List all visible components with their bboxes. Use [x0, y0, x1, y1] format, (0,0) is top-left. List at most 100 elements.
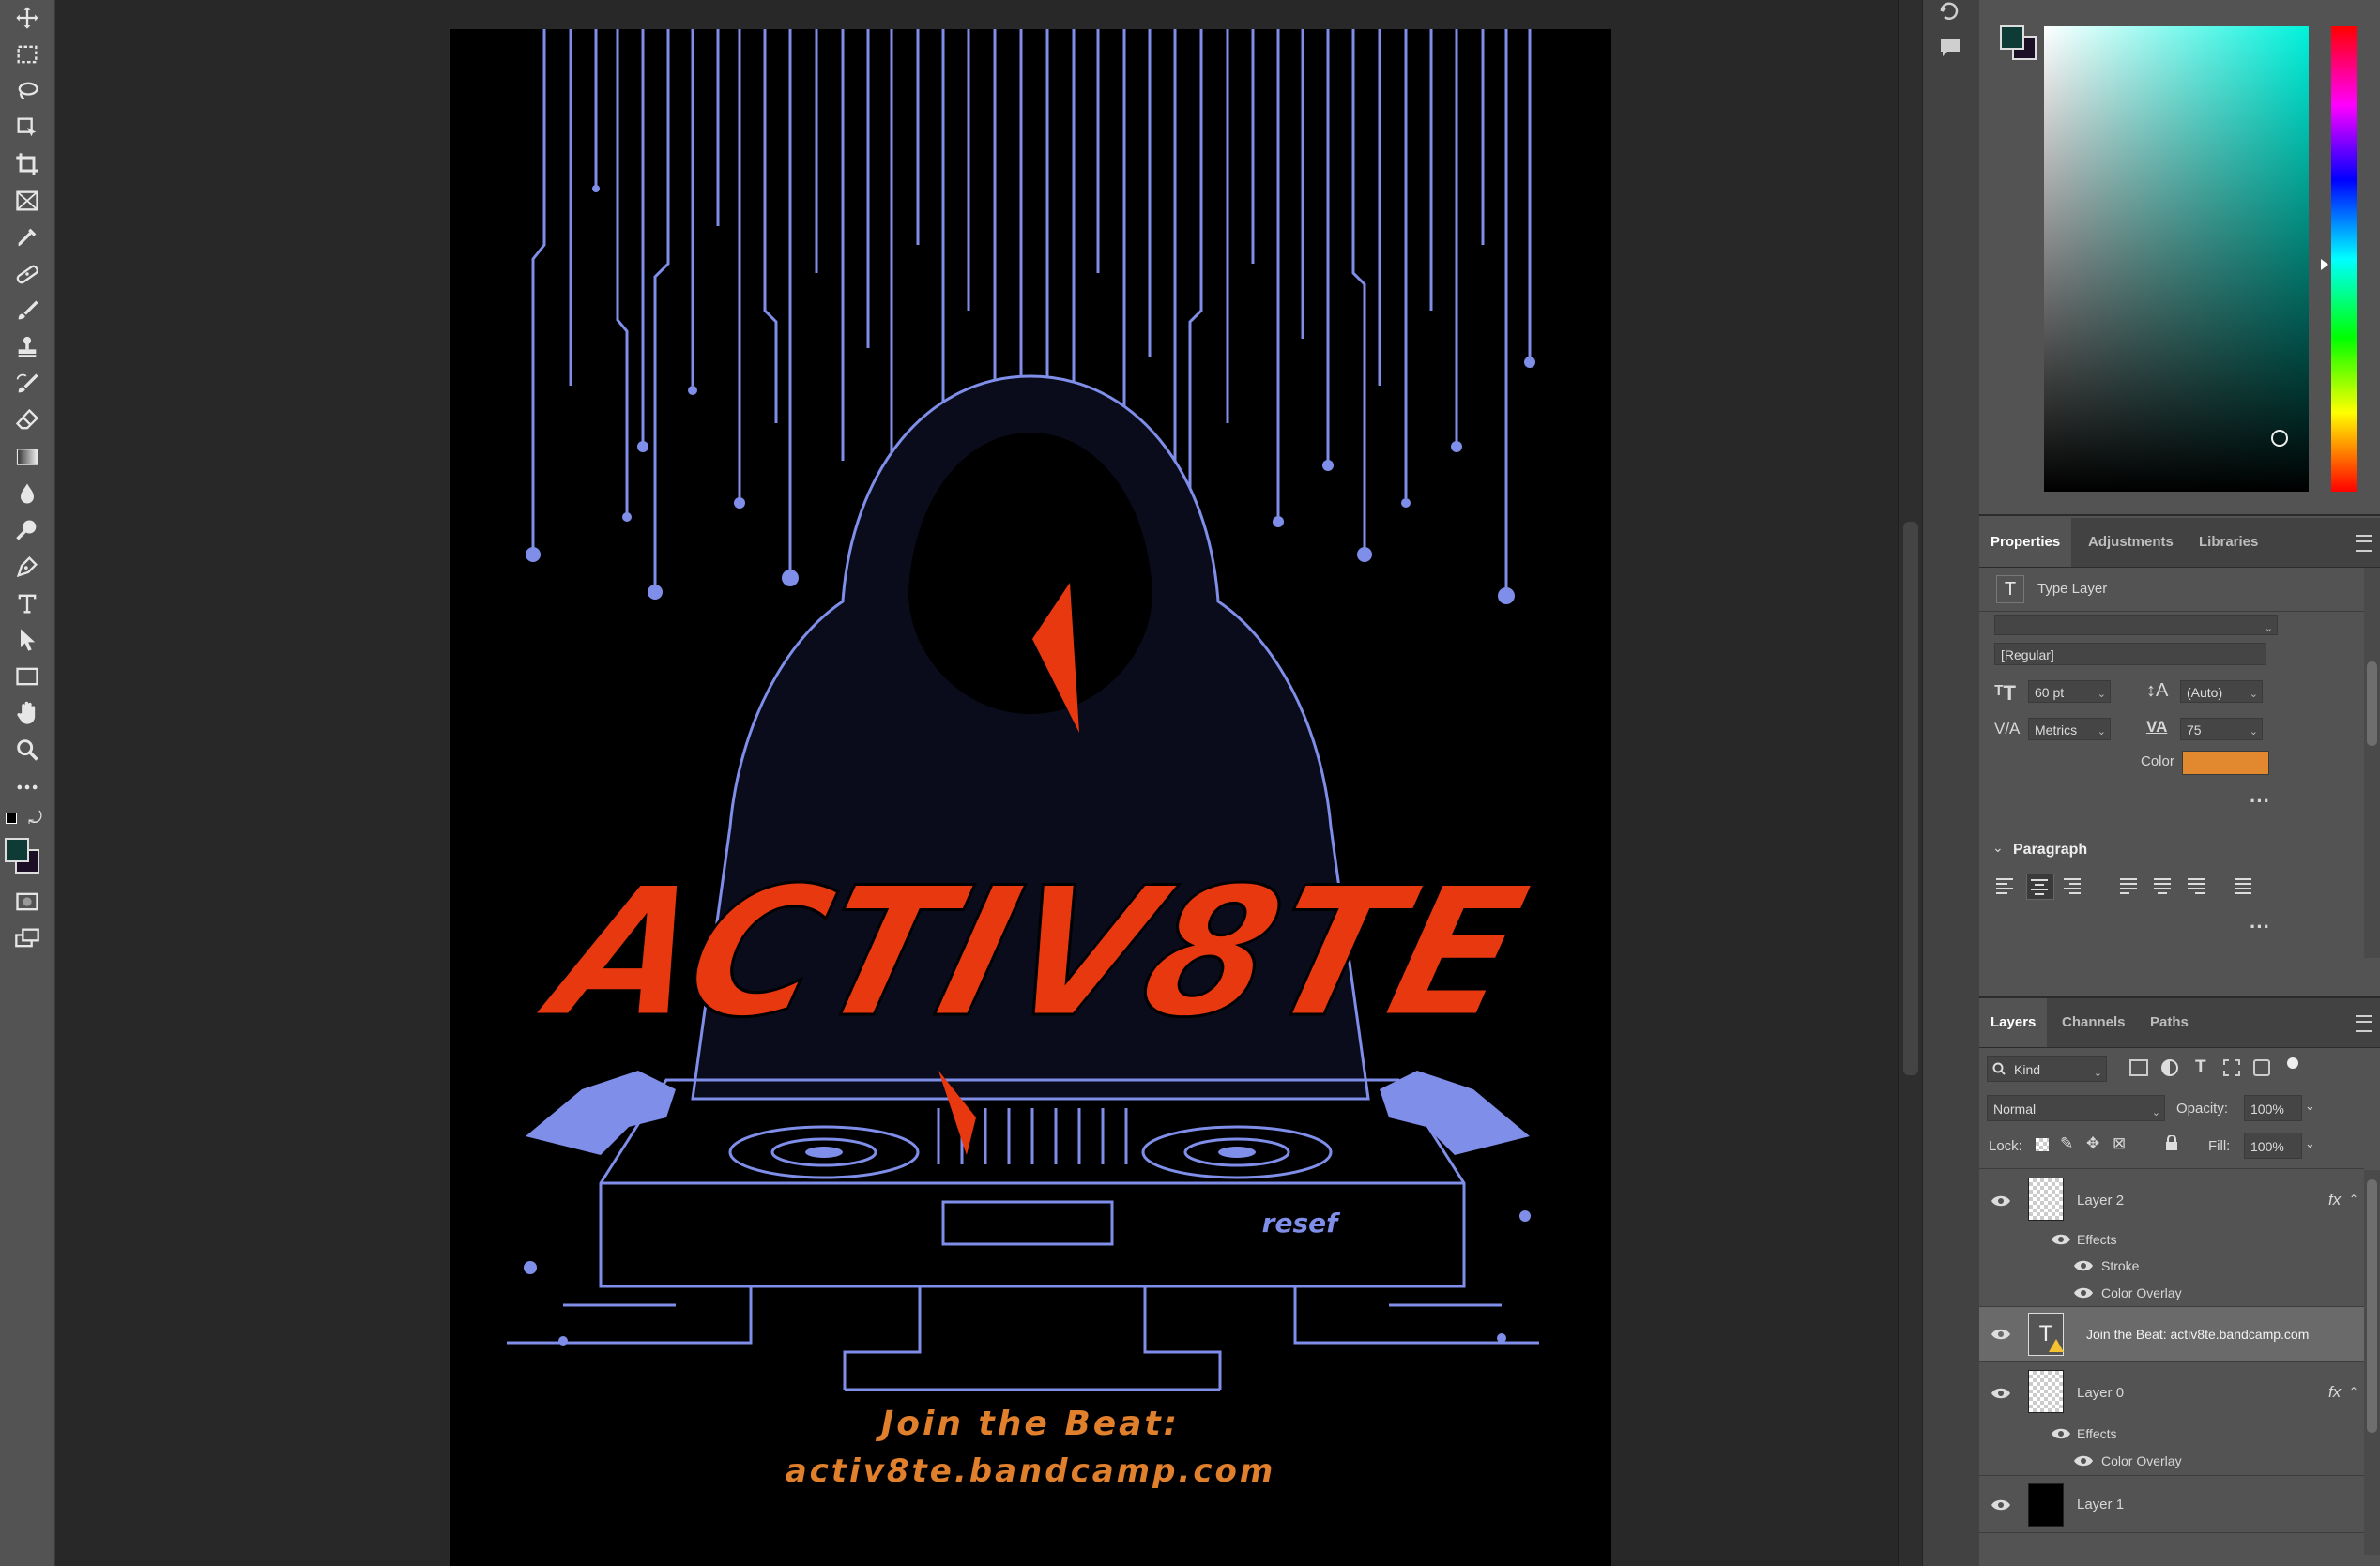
- lock-position-icon[interactable]: ✥: [2086, 1134, 2099, 1153]
- layer-name[interactable]: Layer 2: [2077, 1193, 2124, 1209]
- justify-left-icon[interactable]: [2118, 875, 2141, 896]
- lasso-icon[interactable]: [8, 75, 46, 107]
- tab-layers[interactable]: Layers: [1979, 998, 2048, 1047]
- text-color-swatch[interactable]: [2182, 751, 2269, 775]
- move-icon[interactable]: [8, 2, 46, 34]
- filter-smart-object-icon[interactable]: [2253, 1059, 2270, 1076]
- more-options-icon[interactable]: ···: [2250, 789, 2270, 813]
- scrollbar-thumb[interactable]: [1903, 522, 1918, 1075]
- visibility-eye-icon[interactable]: [1991, 1194, 2011, 1208]
- brush-icon[interactable]: [8, 295, 46, 327]
- tracking-field[interactable]: 75 ⌄: [2180, 718, 2263, 740]
- visibility-eye-icon[interactable]: [1991, 1387, 2011, 1400]
- blur-icon[interactable]: [8, 478, 46, 509]
- history-icon[interactable]: [1938, 2, 1962, 21]
- filter-shape-icon[interactable]: [2223, 1059, 2240, 1076]
- foreground-color-swatch[interactable]: [5, 838, 29, 862]
- font-style-select[interactable]: [Regular]: [1994, 643, 2266, 665]
- lock-transparent-icon[interactable]: [2036, 1138, 2049, 1151]
- layers-scrollbar[interactable]: [2364, 1170, 2380, 1555]
- justify-center-icon[interactable]: [2152, 875, 2174, 896]
- canvas-area[interactable]: resef ACTIV8TE Join the Beat: activ8te.b…: [55, 0, 1921, 1566]
- tab-paths[interactable]: Paths: [2139, 998, 2200, 1047]
- eraser-icon[interactable]: [8, 404, 46, 436]
- lock-all-icon[interactable]: [2165, 1134, 2178, 1150]
- opacity-chevron-icon[interactable]: ⌄: [2305, 1099, 2315, 1114]
- visibility-eye-icon[interactable]: [2051, 1233, 2071, 1246]
- effect-name[interactable]: Color Overlay: [2101, 1285, 2182, 1300]
- zoom-icon[interactable]: [8, 734, 46, 766]
- kerning-field[interactable]: Metrics ⌄: [2028, 718, 2111, 740]
- color-picker-cursor[interactable]: [2271, 430, 2288, 447]
- layer-thumbnail[interactable]: [2028, 1483, 2064, 1527]
- dodge-icon[interactable]: [8, 514, 46, 546]
- hue-slider[interactable]: [2331, 26, 2357, 492]
- layers-scroll-thumb[interactable]: [2367, 1179, 2377, 1433]
- align-left-icon[interactable]: [1994, 875, 2017, 896]
- filter-toggle-icon[interactable]: [2287, 1057, 2298, 1069]
- properties-scroll-thumb[interactable]: [2367, 661, 2377, 746]
- layer-name[interactable]: Join the Beat: activ8te.bandcamp.com: [2086, 1327, 2309, 1342]
- visibility-eye-icon[interactable]: [2073, 1454, 2094, 1467]
- filter-adjustment-icon[interactable]: [2161, 1059, 2178, 1076]
- hand-icon[interactable]: [8, 697, 46, 729]
- tab-properties[interactable]: Properties: [1979, 518, 2072, 567]
- properties-scrollbar[interactable]: [2364, 568, 2380, 958]
- justify-all-icon[interactable]: [2233, 875, 2255, 896]
- path-select-icon[interactable]: [8, 624, 46, 656]
- layer-name[interactable]: Layer 1: [2077, 1497, 2124, 1513]
- align-center-icon[interactable]: [2026, 874, 2054, 900]
- canvas-vertical-scrollbar[interactable]: [1898, 0, 1923, 1566]
- layer-thumbnail[interactable]: [2028, 1370, 2064, 1413]
- tab-channels[interactable]: Channels: [2051, 998, 2137, 1047]
- eyedropper-icon[interactable]: [8, 221, 46, 253]
- filter-pixel-icon[interactable]: [2129, 1059, 2148, 1076]
- screen-mode-icon[interactable]: [8, 922, 46, 954]
- frame-icon[interactable]: [8, 185, 46, 217]
- blend-mode-select[interactable]: Normal ⌄: [1987, 1095, 2165, 1121]
- rect-marquee-icon[interactable]: [8, 38, 46, 70]
- effect-name[interactable]: Stroke: [2101, 1258, 2139, 1273]
- layers-menu-icon[interactable]: [2356, 1015, 2372, 1032]
- color-panel-foreground-swatch[interactable]: [2000, 25, 2024, 50]
- expand-effects-icon[interactable]: ⌃: [2349, 1193, 2358, 1206]
- comments-icon[interactable]: [1938, 36, 1962, 60]
- document-canvas[interactable]: resef ACTIV8TE Join the Beat: activ8te.b…: [450, 29, 1611, 1566]
- visibility-eye-icon[interactable]: [2073, 1286, 2094, 1300]
- gradient-icon[interactable]: [8, 441, 46, 473]
- fx-badge[interactable]: fx: [2328, 1191, 2341, 1209]
- type-icon[interactable]: [8, 587, 46, 619]
- lock-artboard-icon[interactable]: ⊠: [2113, 1134, 2126, 1153]
- layer-row[interactable]: Layer 2 fx ⌃ Effects Stroke Color Overla…: [1979, 1170, 2364, 1307]
- pen-icon[interactable]: [8, 551, 46, 583]
- opacity-field[interactable]: 100%: [2244, 1095, 2302, 1121]
- collapse-chevron-icon[interactable]: ⌄: [1992, 840, 2004, 856]
- filter-type-icon[interactable]: T: [2195, 1057, 2206, 1078]
- hue-slider-handle[interactable]: [2321, 259, 2328, 270]
- layer-row-selected[interactable]: T Join the Beat: activ8te.bandcamp.com: [1979, 1307, 2364, 1362]
- fx-badge[interactable]: fx: [2328, 1383, 2341, 1402]
- fill-chevron-icon[interactable]: ⌄: [2305, 1136, 2315, 1151]
- swap-colors-icon[interactable]: ⤾: [28, 809, 42, 829]
- tab-adjustments[interactable]: Adjustments: [2077, 518, 2185, 567]
- visibility-eye-icon[interactable]: [2073, 1259, 2094, 1272]
- leading-field[interactable]: (Auto) ⌄: [2180, 680, 2263, 703]
- layer-thumbnail[interactable]: [2028, 1178, 2064, 1221]
- effect-name[interactable]: Color Overlay: [2101, 1453, 2182, 1468]
- more-icon[interactable]: [8, 771, 46, 803]
- fill-field[interactable]: 100%: [2244, 1133, 2302, 1159]
- justify-right-icon[interactable]: [2186, 875, 2208, 896]
- properties-menu-icon[interactable]: [2356, 535, 2372, 552]
- object-select-icon[interactable]: [8, 112, 46, 144]
- expand-effects-icon[interactable]: ⌃: [2349, 1385, 2358, 1398]
- quick-mask-icon[interactable]: [8, 886, 46, 918]
- color-field[interactable]: [2044, 26, 2309, 492]
- lock-pixels-icon[interactable]: ✎: [2060, 1134, 2073, 1153]
- crop-icon[interactable]: [8, 148, 46, 180]
- tab-libraries[interactable]: Libraries: [2188, 518, 2269, 567]
- layer-row[interactable]: Layer 0 fx ⌃ Effects Color Overlay: [1979, 1362, 2364, 1476]
- visibility-eye-icon[interactable]: [1991, 1498, 2011, 1512]
- align-right-icon[interactable]: [2062, 875, 2084, 896]
- paragraph-more-icon[interactable]: ···: [2250, 915, 2270, 939]
- layer-row[interactable]: Layer 1: [1979, 1476, 2364, 1533]
